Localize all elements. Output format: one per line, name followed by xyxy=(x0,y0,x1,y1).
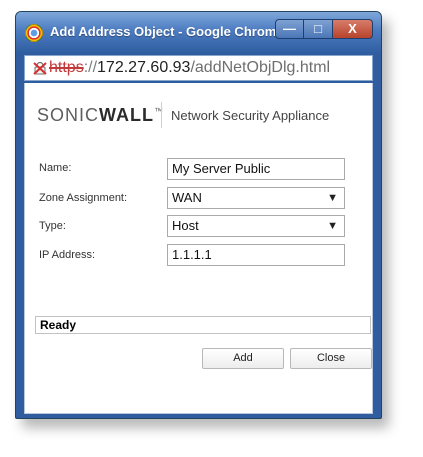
url-path: /addNetObjDlg.html xyxy=(190,59,331,76)
name-label: Name: xyxy=(39,162,72,174)
chevron-down-icon: ▼ xyxy=(327,220,338,232)
zone-assignment-label: Zone Assignment: xyxy=(39,192,128,204)
maximize-button[interactable]: □ xyxy=(304,19,333,39)
window-title: Add Address Object - Google Chrome xyxy=(50,24,284,39)
chevron-down-icon: ▼ xyxy=(327,192,338,204)
dialog-content: SONICWALL™ Network Security Appliance Na… xyxy=(24,83,373,414)
insecure-https-icon[interactable] xyxy=(33,61,47,75)
close-window-button[interactable]: X xyxy=(333,19,373,39)
url-text[interactable]: https://172.27.60.93/addNetObjDlg.html xyxy=(49,59,330,77)
url-host: 172.27.60.93 xyxy=(97,59,191,76)
brand-name-regular: SONIC xyxy=(37,105,100,125)
product-name: Network Security Appliance xyxy=(171,108,330,123)
chrome-icon xyxy=(25,24,43,42)
name-input[interactable]: My Server Public xyxy=(167,158,345,180)
type-label: Type: xyxy=(39,220,66,232)
zone-assignment-select[interactable]: WAN ▼ xyxy=(167,187,345,209)
brand-name-bold: WALL xyxy=(99,105,155,125)
zone-assignment-value: WAN xyxy=(172,190,202,205)
url-separator: :// xyxy=(83,59,98,76)
ip-address-input[interactable]: 1.1.1.1 xyxy=(167,244,345,266)
window-controls: — □ X xyxy=(275,19,373,39)
ip-address-label: IP Address: xyxy=(39,249,96,261)
browser-popup-window: Add Address Object - Google Chrome — □ X… xyxy=(15,11,382,419)
close-button[interactable]: Close xyxy=(290,348,372,369)
screenshot-stage: Add Address Object - Google Chrome — □ X… xyxy=(0,0,423,457)
brand-trademark: ™ xyxy=(154,106,165,116)
add-button[interactable]: Add xyxy=(202,348,284,369)
status-bar: Ready xyxy=(35,316,371,334)
address-bar[interactable]: https://172.27.60.93/addNetObjDlg.html xyxy=(24,55,373,81)
type-value: Host xyxy=(172,218,199,233)
type-select[interactable]: Host ▼ xyxy=(167,215,345,237)
url-scheme: https xyxy=(49,59,84,76)
title-bar[interactable]: Add Address Object - Google Chrome — □ X xyxy=(16,12,381,53)
brand-divider xyxy=(161,102,162,128)
sonicwall-logo: SONICWALL™ xyxy=(37,105,164,126)
minimize-button[interactable]: — xyxy=(275,19,304,39)
